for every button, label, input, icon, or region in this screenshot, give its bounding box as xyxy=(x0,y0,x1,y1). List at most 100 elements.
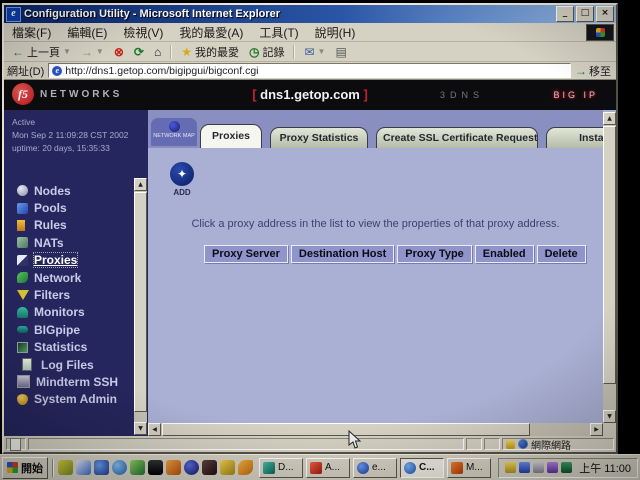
tray-icon[interactable] xyxy=(561,462,572,473)
quicklaunch-icon[interactable] xyxy=(76,460,91,475)
mouse-cursor xyxy=(348,430,362,450)
task-button-1[interactable]: D... xyxy=(259,458,303,478)
sidebar-item-bigpipe[interactable]: BIGpipe xyxy=(4,321,134,338)
tray-icon[interactable] xyxy=(505,462,516,473)
refresh-icon: ⟳ xyxy=(134,46,144,58)
sidebar-item-monitors[interactable]: Monitors xyxy=(4,304,134,321)
sidebar-item-filters[interactable]: Filters xyxy=(4,286,134,303)
sidebar-scrollbar[interactable]: ▲ ▼ xyxy=(134,178,147,435)
scroll-up-icon[interactable]: ▲ xyxy=(134,178,147,191)
tab-proxy-statistics[interactable]: Proxy Statistics xyxy=(270,127,368,148)
forward-dropdown-icon[interactable]: ▼ xyxy=(96,47,104,56)
tray-icon[interactable] xyxy=(533,462,544,473)
sidebar-item-log-files[interactable]: Log Files xyxy=(4,356,134,373)
main-horizontal-scrollbar[interactable]: ◀ ▶ xyxy=(148,423,603,436)
tray-icon[interactable] xyxy=(519,462,530,473)
browser-toolbar: ← 上一頁 ▼ → ▼ ⊗ ⟳ ⌂ ★ 我的最愛 ◷ xyxy=(4,42,616,62)
toolbar-separator xyxy=(293,45,295,59)
mail-button[interactable]: ✉ ▼ xyxy=(300,45,329,59)
quicklaunch-icon[interactable] xyxy=(238,460,253,475)
forward-icon: → xyxy=(81,46,93,58)
tray-icon[interactable] xyxy=(547,462,558,473)
history-button[interactable]: ◷ 記錄 xyxy=(245,43,288,61)
quicklaunch-icon[interactable] xyxy=(148,460,163,475)
task-button-3[interactable]: e... xyxy=(353,458,397,478)
sidebar-item-nodes[interactable]: Nodes xyxy=(4,182,134,199)
sidebar-item-system-admin[interactable]: System Admin xyxy=(4,391,134,408)
main-vertical-scrollbar[interactable]: ▲ ▼ xyxy=(603,112,616,423)
sidebar-scroll-thumb[interactable] xyxy=(134,192,147,412)
menu-view[interactable]: 檢視(V) xyxy=(115,24,171,41)
system-tray: 上午 11:00 xyxy=(498,458,638,478)
menu-tools[interactable]: 工具(T) xyxy=(251,24,306,41)
scrollbar-corner xyxy=(603,423,616,436)
status-pane-small xyxy=(484,438,500,450)
back-button[interactable]: ← 上一頁 ▼ xyxy=(8,43,75,61)
menu-file[interactable]: 檔案(F) xyxy=(4,24,59,41)
menu-help[interactable]: 說明(H) xyxy=(307,24,364,41)
quicklaunch-icon[interactable] xyxy=(220,460,235,475)
print-button[interactable]: ▤ xyxy=(331,45,350,59)
quicklaunch-icon[interactable] xyxy=(184,460,199,475)
home-button[interactable]: ⌂ xyxy=(150,45,165,59)
main-vscroll-thumb[interactable] xyxy=(603,126,616,384)
go-button[interactable]: → 移至 xyxy=(575,63,613,79)
favorites-button[interactable]: ★ 我的最愛 xyxy=(177,43,243,61)
sidebar-item-mindterm-ssh[interactable]: Mindterm SSH xyxy=(4,373,134,390)
address-input[interactable]: e http://dns1.getop.com/bigipgui/bigconf… xyxy=(48,63,571,78)
address-url: http://dns1.getop.com/bigipgui/bigconf.c… xyxy=(65,65,258,77)
ie-window-icon: e xyxy=(6,7,21,22)
add-proxy-button[interactable]: ✦ xyxy=(170,162,194,186)
status-datetime: Mon Sep 2 11:09:28 CST 2002 xyxy=(12,129,148,142)
back-dropdown-icon[interactable]: ▼ xyxy=(63,47,71,56)
status-bar: 網際網路 xyxy=(4,436,616,452)
network-map-icon xyxy=(169,121,180,132)
forward-button[interactable]: → ▼ xyxy=(77,45,108,59)
sidebar-item-statistics[interactable]: Statistics xyxy=(4,339,134,356)
scroll-down-icon[interactable]: ▼ xyxy=(134,422,147,435)
refresh-button[interactable]: ⟳ xyxy=(130,45,148,59)
quicklaunch-icon[interactable] xyxy=(58,460,73,475)
main-hscroll-thumb[interactable] xyxy=(162,423,530,436)
scroll-up-icon[interactable]: ▲ xyxy=(603,112,616,125)
statistics-icon xyxy=(17,342,28,353)
page-content: f5 NETWORKS [ dns1.getop.com ] 3DNS BIG … xyxy=(4,80,616,436)
column-enabled: Enabled xyxy=(475,245,534,263)
scroll-right-icon[interactable]: ▶ xyxy=(590,423,603,436)
nav-list: Nodes Pools Rules NATs Proxies xyxy=(4,182,134,436)
sidebar-item-nats[interactable]: NATs xyxy=(4,234,134,251)
tab-create-ssl-certificate-request[interactable]: Create SSL Certificate Request xyxy=(376,127,538,148)
task-button-5[interactable]: M... xyxy=(447,458,491,478)
sidebar-item-rules[interactable]: Rules xyxy=(4,217,134,234)
tab-install-ssl-certificate[interactable]: Install SSL Certif xyxy=(546,127,603,148)
page-favicon: e xyxy=(52,66,62,76)
network-map-button[interactable]: NETWORK MAP xyxy=(151,118,197,146)
minimize-button[interactable]: _ xyxy=(556,6,574,22)
sidebar-item-network[interactable]: Network xyxy=(4,269,134,286)
quicklaunch-icon[interactable] xyxy=(130,460,145,475)
title-bar[interactable]: e Configuration Utility - Microsoft Inte… xyxy=(4,5,616,23)
column-destination-host: Destination Host xyxy=(291,245,394,263)
close-button[interactable]: × xyxy=(596,6,614,22)
menu-bar: 檔案(F) 編輯(E) 檢視(V) 我的最愛(A) 工具(T) 說明(H) xyxy=(4,23,616,42)
scroll-down-icon[interactable]: ▼ xyxy=(603,410,616,423)
task-button-configuration-utility[interactable]: C... xyxy=(400,458,444,478)
scroll-left-icon[interactable]: ◀ xyxy=(148,423,161,436)
quicklaunch-icon[interactable] xyxy=(166,460,181,475)
maximize-button[interactable]: □ xyxy=(576,6,594,22)
menu-favorites[interactable]: 我的最愛(A) xyxy=(171,24,251,41)
task-button-2[interactable]: A... xyxy=(306,458,350,478)
start-button[interactable]: 開始 xyxy=(2,457,48,479)
quicklaunch-icon[interactable] xyxy=(202,460,217,475)
sidebar-item-pools[interactable]: Pools xyxy=(4,199,134,216)
stop-icon: ⊗ xyxy=(114,46,124,58)
tab-proxies[interactable]: Proxies xyxy=(200,124,262,148)
sidebar-item-proxies[interactable]: Proxies xyxy=(4,252,134,269)
stop-button[interactable]: ⊗ xyxy=(110,45,128,59)
status-page-pane xyxy=(6,438,26,450)
menu-edit[interactable]: 編輯(E) xyxy=(59,24,115,41)
mail-dropdown-icon[interactable]: ▼ xyxy=(318,47,326,56)
quicklaunch-icon[interactable] xyxy=(112,460,127,475)
quicklaunch-icon[interactable] xyxy=(94,460,109,475)
ie-logo-throbber xyxy=(586,24,614,41)
